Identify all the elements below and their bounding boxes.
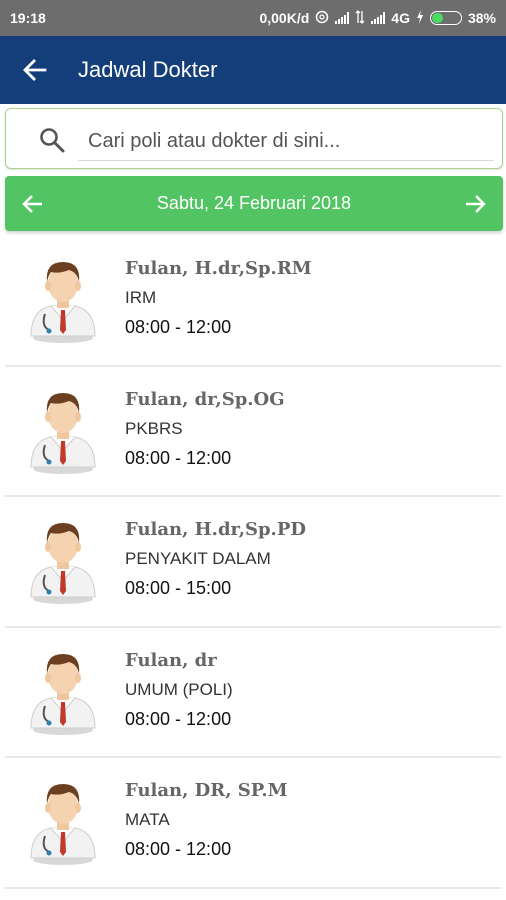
doctor-name: Fulan, DR, SP.M <box>125 780 288 801</box>
signal-icon <box>335 12 350 24</box>
page-title: Jadwal Dokter <box>78 57 218 82</box>
alarm-icon <box>315 10 329 27</box>
selected-date: Sabtu, 24 Februari 2018 <box>156 193 352 213</box>
prev-date-button[interactable] <box>5 176 61 231</box>
doctor-name: Fulan, dr <box>125 649 217 671</box>
list-item[interactable]: Fulan, H.dr,Sp.RM IRM 08:00 - 12:00 <box>5 236 501 367</box>
doctor-list: Fulan, H.dr,Sp.RM IRM 08:00 - 12:00 Fula… <box>0 236 506 889</box>
battery-percent: 38% <box>467 10 496 26</box>
doctor-avatar-icon <box>21 644 105 736</box>
doctor-poli: PKBRS <box>125 418 183 438</box>
status-icons: 0,00K/d 4G 38% <box>259 9 496 27</box>
doctor-avatar-icon <box>21 252 105 344</box>
list-item[interactable]: Fulan, dr,Sp.OG PKBRS 08:00 - 12:00 <box>5 367 501 497</box>
doctor-poli: MATA <box>125 810 170 829</box>
doctor-time: 08:00 - 12:00 <box>125 317 232 337</box>
list-item[interactable]: Fulan, dr UMUM (POLI) 08:00 - 12:00 <box>5 628 501 758</box>
search-input[interactable] <box>78 123 494 161</box>
status-bar: 19:18 0,00K/d 4G 38% <box>0 0 506 36</box>
data-transfer-icon <box>355 9 365 27</box>
doctor-name: Fulan, H.dr,Sp.PD <box>125 519 306 540</box>
doctor-avatar-icon <box>21 383 105 475</box>
date-bar: Sabtu, 24 Februari 2018 <box>5 176 503 231</box>
network-speed: 0,00K/d <box>259 10 310 26</box>
network-type: 4G <box>391 10 410 26</box>
doctor-name: Fulan, H.dr,Sp.RM <box>125 258 312 279</box>
doctor-avatar-icon <box>21 513 105 605</box>
doctor-time: 08:00 - 12:00 <box>125 447 232 468</box>
doctor-time: 08:00 - 12:00 <box>125 839 232 859</box>
arrow-right-icon <box>465 194 486 213</box>
doctor-poli: UMUM (POLI) <box>125 679 233 699</box>
doctor-time: 08:00 - 12:00 <box>125 708 232 729</box>
app-bar: Jadwal Dokter <box>0 36 506 104</box>
doctor-name: Fulan, dr,Sp.OG <box>125 388 285 410</box>
doctor-time: 08:00 - 15:00 <box>125 578 232 598</box>
list-item[interactable]: Fulan, DR, SP.M MATA 08:00 - 12:00 <box>5 758 501 889</box>
search-icon <box>40 128 65 153</box>
arrow-left-icon <box>23 59 47 81</box>
doctor-poli: IRM <box>125 288 157 307</box>
battery-icon <box>429 11 462 25</box>
status-time: 19:18 <box>10 10 46 26</box>
back-button[interactable] <box>0 36 70 104</box>
next-date-button[interactable] <box>447 176 503 231</box>
doctor-poli: PENYAKIT DALAM <box>125 549 271 568</box>
list-item[interactable]: Fulan, H.dr,Sp.PD PENYAKIT DALAM 08:00 -… <box>5 497 501 628</box>
arrow-left-icon <box>22 194 42 213</box>
search-box <box>5 108 503 169</box>
charging-icon <box>416 9 424 27</box>
signal-icon-2 <box>371 12 386 24</box>
doctor-avatar-icon <box>21 774 105 866</box>
